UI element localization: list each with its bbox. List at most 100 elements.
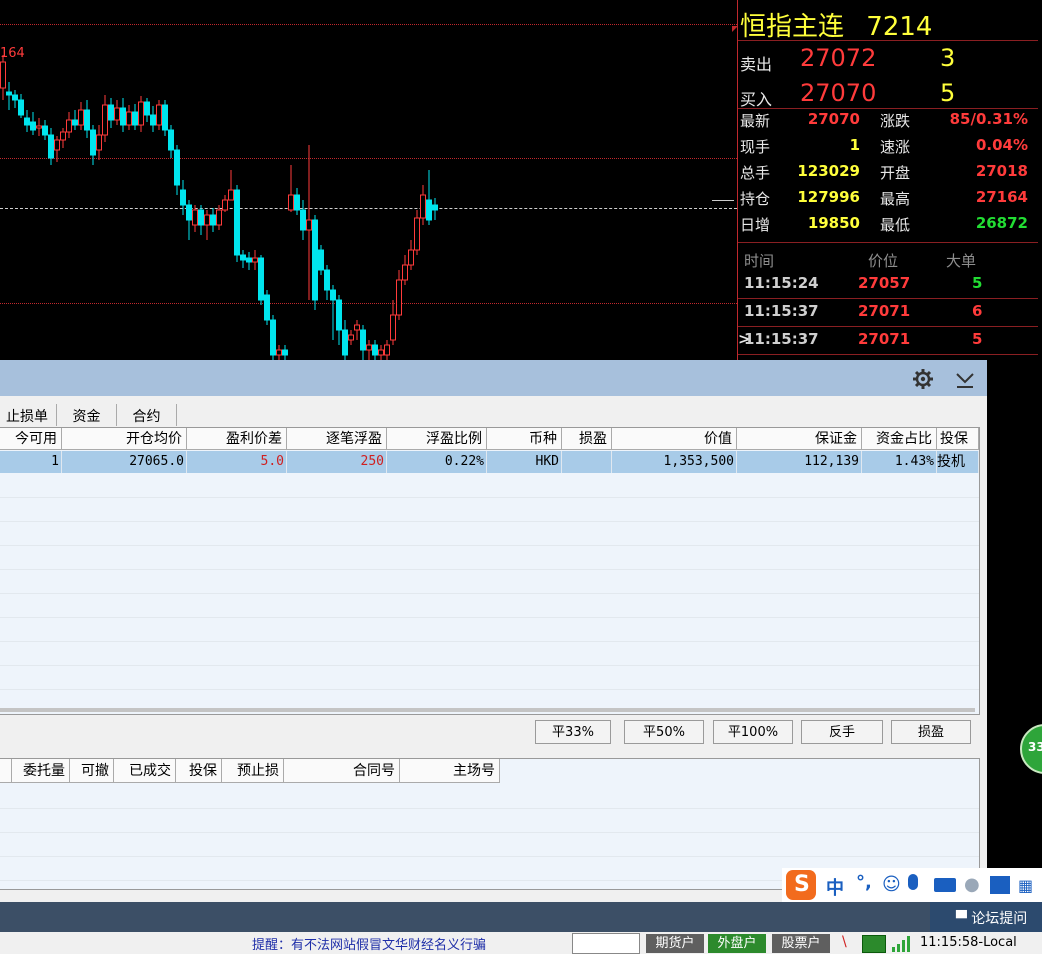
float-badge[interactable]: 33 bbox=[1020, 724, 1042, 774]
stat-value: 127996 bbox=[797, 188, 860, 206]
candle bbox=[36, 118, 42, 136]
trade-window-titlebar[interactable] bbox=[0, 360, 987, 396]
candle bbox=[228, 170, 234, 201]
stat-label: 最高 bbox=[880, 190, 911, 208]
tab-funds[interactable]: 资金 bbox=[57, 404, 117, 426]
column-header[interactable]: 浮盈比例 bbox=[387, 428, 487, 450]
column-header[interactable]: 保证金 bbox=[737, 428, 862, 450]
candle bbox=[432, 198, 438, 220]
column-header[interactable]: 委托量 bbox=[12, 759, 70, 783]
grid-line bbox=[0, 808, 979, 809]
connection-slash-icon: \ bbox=[842, 934, 847, 950]
tab-stop-loss[interactable]: 止损单 bbox=[0, 404, 57, 426]
column-header[interactable]: 投保 bbox=[176, 759, 222, 783]
candle bbox=[180, 180, 186, 215]
column-header[interactable]: 预止损 bbox=[222, 759, 284, 783]
bid-label: 买入 bbox=[740, 90, 773, 109]
candle bbox=[246, 252, 252, 270]
table-cell: 5.0 bbox=[187, 451, 287, 473]
grid-line bbox=[0, 665, 979, 666]
foreign-account-button[interactable]: 外盘户 bbox=[708, 934, 766, 953]
tab-contracts[interactable]: 合约 bbox=[117, 404, 177, 426]
candle bbox=[138, 96, 144, 132]
column-header[interactable]: 开仓均价 bbox=[62, 428, 187, 450]
grid-line bbox=[0, 569, 979, 570]
column-header[interactable]: 逐笔浮盈 bbox=[287, 428, 387, 450]
action-button[interactable]: 平33% bbox=[535, 720, 611, 744]
candle bbox=[30, 112, 36, 135]
network-status-icon bbox=[862, 935, 886, 953]
bottom-dark-bar: ▀ 论坛提问 bbox=[0, 902, 1042, 932]
ime-toolbar[interactable]: S 中 °, ☺ ● ▦ bbox=[782, 868, 1042, 902]
candle bbox=[348, 330, 354, 345]
tick-time: 11:15:37 bbox=[744, 330, 819, 348]
candle bbox=[12, 90, 18, 108]
emoji-icon[interactable]: ☺ bbox=[882, 874, 901, 895]
candle bbox=[264, 290, 270, 325]
quote-panel: 恒指主连 7214 卖出 27072 3 买入 27070 5 最新 27070… bbox=[732, 0, 1042, 360]
ask-price: 27072 bbox=[800, 44, 877, 72]
candle bbox=[120, 98, 126, 132]
toolbox-icon[interactable]: ▦ bbox=[1018, 876, 1033, 895]
candle bbox=[252, 250, 258, 270]
column-header[interactable]: 可撤 bbox=[70, 759, 114, 783]
sogou-logo-icon[interactable]: S bbox=[786, 870, 816, 900]
candle bbox=[156, 100, 162, 130]
column-header[interactable]: 今可用 bbox=[0, 428, 62, 450]
status-bar: 提醒：有不法网站假冒文华财经名义行骗 期货户 外盘户 股票户 \ 11:15:5… bbox=[0, 932, 1042, 954]
futures-account-button[interactable]: 期货户 bbox=[646, 934, 704, 953]
stat-label: 速涨 bbox=[880, 138, 911, 156]
action-button[interactable]: 平100% bbox=[713, 720, 793, 744]
column-header[interactable]: 资金占比 bbox=[862, 428, 937, 450]
bid-row[interactable]: 买入 27070 5 bbox=[738, 74, 1038, 109]
grid-line bbox=[0, 856, 979, 857]
column-header[interactable]: 盈利价差 bbox=[187, 428, 287, 450]
stat-value: 27018 bbox=[975, 162, 1028, 180]
stat-value: 27070 bbox=[807, 110, 860, 128]
ime-lang-toggle[interactable]: 中 bbox=[826, 874, 844, 900]
chat-icon: ▀ bbox=[956, 911, 967, 927]
ask-volume: 3 bbox=[940, 44, 956, 72]
column-header[interactable]: 主场号 bbox=[400, 759, 500, 783]
column-header[interactable]: 币种 bbox=[487, 428, 562, 450]
bid-price: 27070 bbox=[800, 79, 877, 107]
contract-name: 恒指主连 7214 bbox=[740, 6, 932, 43]
divider bbox=[738, 242, 1038, 243]
keyboard-icon[interactable] bbox=[934, 878, 956, 892]
tick-divider bbox=[738, 354, 1038, 355]
candle bbox=[168, 125, 174, 158]
action-button[interactable]: 平50% bbox=[624, 720, 704, 744]
candle bbox=[342, 320, 348, 360]
column-header[interactable]: 价值 bbox=[612, 428, 737, 450]
gear-icon[interactable] bbox=[912, 368, 934, 390]
column-header[interactable]: 合同号 bbox=[284, 759, 400, 783]
tick-divider bbox=[738, 298, 1038, 299]
tick-header-time: 时间 bbox=[744, 252, 775, 270]
signal-icon bbox=[892, 936, 910, 952]
column-header[interactable]: 投保 bbox=[937, 428, 979, 450]
candle bbox=[90, 125, 96, 165]
skin-icon[interactable] bbox=[990, 876, 1010, 894]
grid-line bbox=[0, 593, 979, 594]
candle bbox=[24, 110, 30, 132]
column-header[interactable]: 已成交 bbox=[114, 759, 176, 783]
action-button[interactable]: 反手 bbox=[801, 720, 883, 744]
candle bbox=[306, 145, 312, 300]
ime-punct-toggle[interactable]: °, bbox=[856, 872, 872, 893]
stat-label: 总手 bbox=[740, 164, 771, 182]
kline-chart[interactable]: 164 bbox=[0, 0, 737, 360]
stat-label: 现手 bbox=[740, 138, 771, 156]
column-header[interactable] bbox=[0, 759, 12, 783]
positions-table[interactable]: 今可用 开仓均价 盈利价差 逐笔浮盈 浮盈比例 币种 损盈 价值 保证金 资金占比 投保 1 2706… bbox=[0, 427, 980, 715]
status-input[interactable] bbox=[572, 933, 640, 954]
candlestick-series bbox=[0, 55, 438, 360]
stock-account-button[interactable]: 股票户 bbox=[772, 934, 830, 953]
action-button[interactable]: 损盈 bbox=[891, 720, 971, 744]
forum-button[interactable]: ▀ 论坛提问 bbox=[956, 908, 1027, 928]
user-icon[interactable]: ● bbox=[964, 874, 980, 895]
microphone-icon[interactable] bbox=[908, 874, 918, 890]
horizontal-scrollbar[interactable] bbox=[0, 708, 975, 712]
column-header[interactable]: 损盈 bbox=[562, 428, 612, 450]
collapse-icon[interactable] bbox=[954, 370, 976, 390]
ask-row[interactable]: 卖出 27072 3 bbox=[738, 40, 1038, 75]
